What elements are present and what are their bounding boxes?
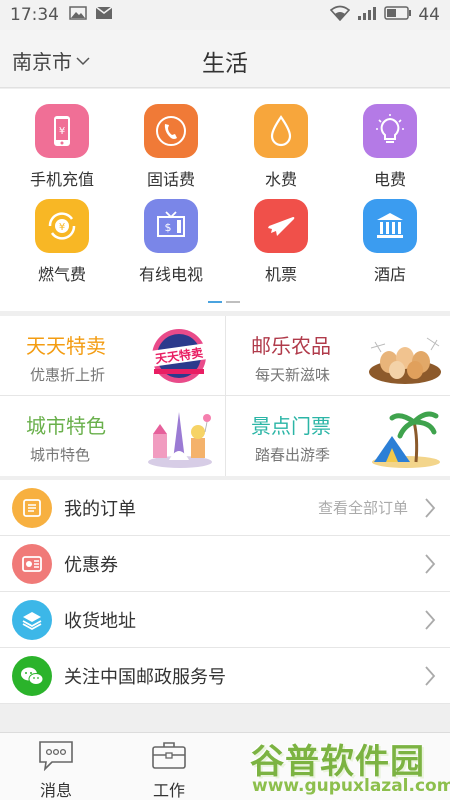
service-flight[interactable]: 机票 [225, 199, 337, 285]
battery-icon [384, 5, 412, 25]
page-title: 生活 [202, 51, 248, 77]
promo-subtitle: 优惠折上折 [30, 366, 106, 384]
mail-icon [95, 5, 113, 25]
services-grid: ¥ 手机充值 固话费 水费 电费 ¥ 燃气费 $ 有线电视 机票 酒店 [0, 89, 450, 311]
chevron-right-icon [425, 554, 436, 574]
service-electricity[interactable]: 电费 [334, 104, 446, 190]
page-dot [226, 301, 240, 303]
view-all-orders-link[interactable]: 查看全部订单 [318, 497, 408, 518]
svg-text:¥: ¥ [59, 222, 65, 233]
service-label: 酒店 [373, 265, 406, 284]
lightbulb-icon [363, 104, 417, 158]
promo-subtitle: 每天新滋味 [255, 366, 331, 384]
menu-item-label: 收货地址 [64, 610, 136, 632]
phone-icon: ¥ [35, 104, 89, 158]
svg-text:$: $ [165, 221, 172, 234]
watermark-url: www.gupuxlazal.com [252, 776, 450, 796]
service-cable-tv[interactable]: $ 有线电视 [115, 199, 227, 285]
water-drop-icon [254, 104, 308, 158]
service-label: 燃气费 [37, 265, 86, 284]
svg-text:¥: ¥ [59, 126, 65, 137]
promo-scenic-tickets[interactable]: 景点门票 踏春出游季 [225, 396, 450, 476]
chevron-right-icon [425, 498, 436, 518]
tab-messages[interactable]: 消息 [0, 739, 112, 800]
status-bar: 17:34 44 [0, 0, 450, 30]
menu-item-label: 优惠券 [64, 554, 118, 576]
image-icon [69, 5, 87, 25]
promo-title: 景点门票 [251, 414, 331, 438]
page-dot-active [208, 301, 222, 303]
service-landline[interactable]: 固话费 [115, 104, 227, 190]
menu-item-shipping-address[interactable]: 收货地址 [0, 592, 450, 648]
eggs-basket-image [369, 337, 441, 384]
wechat-icon [12, 655, 52, 696]
service-label: 水费 [264, 170, 297, 189]
service-water[interactable]: 水费 [225, 104, 337, 190]
promo-title: 邮乐农品 [251, 334, 331, 358]
promo-subtitle: 城市特色 [30, 446, 91, 464]
gas-coin-icon: ¥ [35, 199, 89, 253]
tab-label: 消息 [39, 781, 72, 800]
chevron-right-icon [425, 610, 436, 630]
coupon-icon [12, 543, 52, 584]
tv-icon: $ [144, 199, 198, 253]
city-landmarks-image [148, 412, 212, 468]
tab-label: 工作 [152, 781, 185, 800]
daily-sale-badge-image: 天天特卖 [143, 329, 215, 383]
service-hotel[interactable]: 酒店 [334, 199, 446, 285]
tab-work[interactable]: 工作 [113, 739, 225, 800]
promo-daily-sale[interactable]: 天天特卖 优惠折上折 天天特卖 [0, 316, 225, 396]
menu-item-my-orders[interactable]: 我的订单 查看全部订单 [0, 480, 450, 536]
promo-subtitle: 踏春出游季 [255, 446, 331, 464]
promo-farm-products[interactable]: 邮乐农品 每天新滋味 [225, 316, 450, 396]
promo-city-specialty[interactable]: 城市特色 城市特色 [0, 396, 225, 476]
site-watermark: 谷普软件园 www.gupuxlazal.com [246, 734, 450, 800]
battery-level: 44 [418, 5, 440, 25]
service-phone-recharge[interactable]: ¥ 手机充值 [6, 104, 118, 190]
promo-title: 天天特卖 [26, 334, 106, 358]
promo-title: 城市特色 [26, 414, 106, 438]
service-label: 机票 [264, 265, 297, 284]
service-gas[interactable]: ¥ 燃气费 [6, 199, 118, 285]
menu-item-label: 我的订单 [64, 498, 136, 520]
page-indicator [208, 301, 240, 303]
briefcase-icon [152, 742, 186, 769]
chevron-right-icon [425, 666, 436, 686]
orders-icon [12, 487, 52, 528]
status-time: 17:34 [10, 5, 59, 25]
wifi-icon [330, 5, 351, 26]
service-label: 有线电视 [138, 265, 203, 284]
telephone-icon [144, 104, 198, 158]
menu-item-follow-wechat[interactable]: 关注中国邮政服务号 [0, 648, 450, 704]
menu-list: 我的订单 查看全部订单 优惠券 收货地址 关注中国邮政服务号 [0, 480, 450, 704]
address-layers-icon [12, 599, 52, 640]
menu-item-coupons[interactable]: 优惠券 [0, 536, 450, 592]
airplane-icon [254, 199, 308, 253]
service-label: 固话费 [146, 170, 195, 189]
tent-palm-image [372, 411, 440, 468]
status-right: 44 [330, 5, 440, 26]
service-label: 手机充值 [29, 170, 94, 189]
service-label: 电费 [373, 170, 406, 189]
menu-item-label: 关注中国邮政服务号 [64, 666, 226, 688]
signal-icon [356, 5, 378, 26]
hotel-icon [363, 199, 417, 253]
header: 南京市 生活 [0, 30, 450, 88]
promo-grid: 天天特卖 优惠折上折 天天特卖 邮乐农品 每天新滋味 城市特色 城市特色 景点门… [0, 316, 450, 476]
message-icon [39, 741, 73, 772]
